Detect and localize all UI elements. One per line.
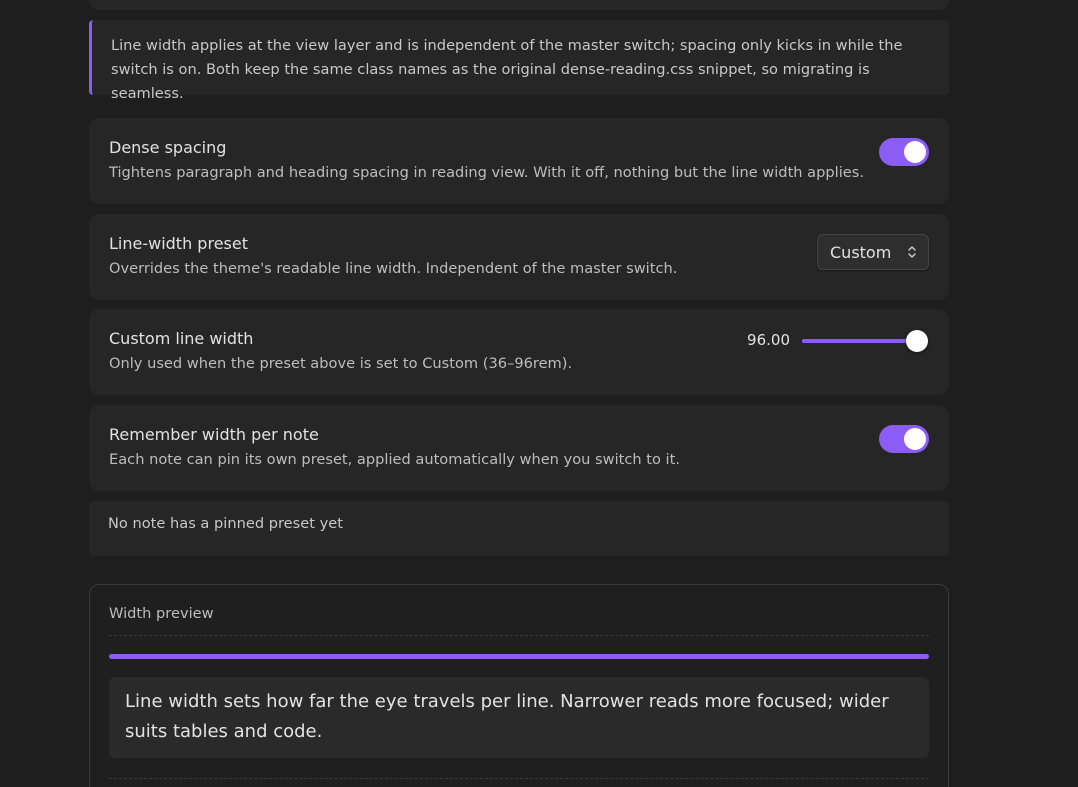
- setting-name: Dense spacing: [109, 138, 227, 157]
- preview-divider: [109, 635, 929, 636]
- width-preview-panel: Width preview Line width sets how far th…: [89, 584, 949, 787]
- slider-fill: [802, 339, 917, 343]
- toggle-knob: [904, 141, 926, 163]
- empty-state-text: No note has a pinned preset yet: [108, 515, 343, 532]
- toggle-knob: [904, 428, 926, 450]
- setting-dense-spacing: Dense spacing Tightens paragraph and hea…: [89, 118, 949, 204]
- preview-title: Width preview: [109, 605, 214, 622]
- setting-line-width-preset: Line-width preset Overrides the theme's …: [89, 214, 949, 300]
- setting-description: Only used when the preset above is set t…: [109, 355, 573, 372]
- chevron-up-down-icon: [908, 246, 916, 258]
- setting-name: Line-width preset: [109, 234, 248, 253]
- preview-divider: [109, 778, 929, 779]
- preview-sample-text: Line width sets how far the eye travels …: [125, 691, 889, 742]
- info-callout: Line width applies at the view layer and…: [89, 20, 949, 102]
- setting-remember-width: Remember width per note Each note can pi…: [89, 405, 949, 491]
- setting-name: Custom line width: [109, 329, 254, 348]
- dropdown-selected-value: Custom: [830, 243, 892, 262]
- setting-description: Overrides the theme's readable line widt…: [109, 260, 678, 277]
- setting-description: Tightens paragraph and heading spacing i…: [109, 164, 864, 181]
- custom-line-width-slider[interactable]: [802, 330, 928, 352]
- slider-thumb[interactable]: [906, 330, 928, 352]
- pinned-presets-empty-state: No note has a pinned preset yet: [89, 501, 949, 556]
- line-width-preset-dropdown[interactable]: Custom: [817, 234, 929, 270]
- setting-name: Remember width per note: [109, 425, 319, 444]
- settings-pane: Line width applies at the view layer and…: [0, 0, 1078, 787]
- info-callout-text: Line width applies at the view layer and…: [111, 37, 903, 102]
- preview-sample-text-box: Line width sets how far the eye travels …: [109, 677, 929, 758]
- slider-value-label: 96.00: [747, 331, 790, 349]
- preview-width-bar-area: [109, 654, 929, 659]
- remember-width-toggle[interactable]: [879, 425, 929, 453]
- setting-description: Each note can pin its own preset, applie…: [109, 451, 680, 468]
- setting-custom-line-width: Custom line width Only used when the pre…: [89, 309, 949, 395]
- dense-spacing-toggle[interactable]: [879, 138, 929, 166]
- previous-setting-card: [89, 0, 949, 10]
- preview-width-bar: [109, 654, 929, 659]
